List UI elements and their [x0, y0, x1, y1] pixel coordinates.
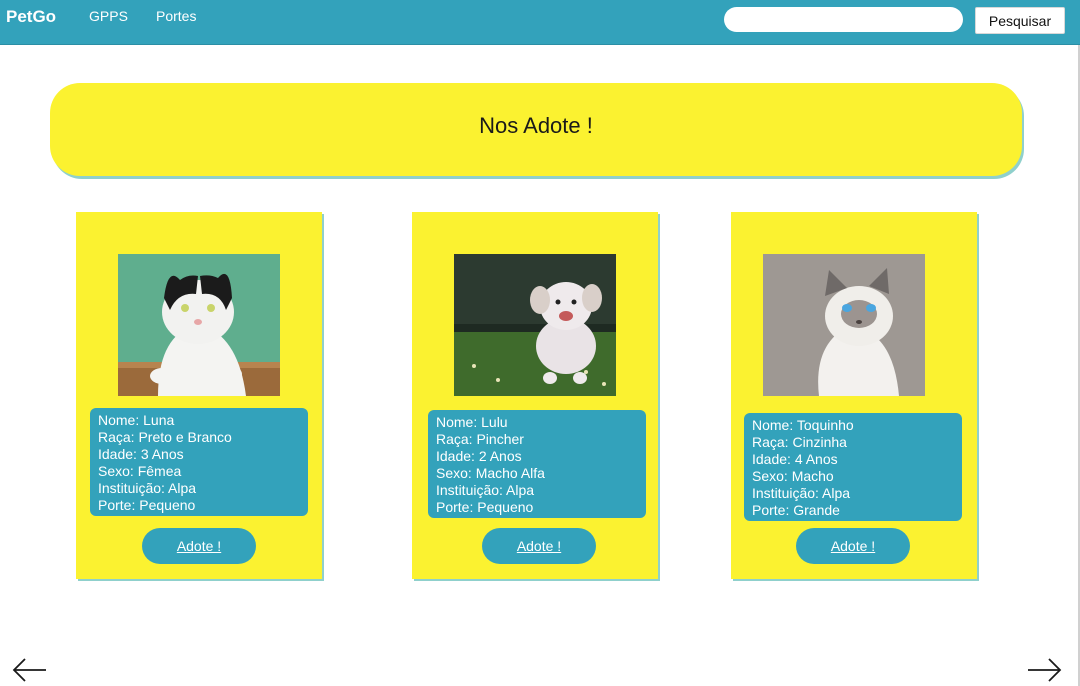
search-button[interactable]: Pesquisar	[975, 7, 1065, 34]
search-input[interactable]	[724, 7, 963, 32]
pet-size: Porte: Pequeno	[436, 499, 534, 515]
pet-info-box: Nome: Lulu Raça: Pincher Idade: 2 Anos S…	[428, 410, 646, 518]
pet-age: Idade: 4 Anos	[752, 451, 838, 467]
arrow-right-icon[interactable]	[1026, 656, 1062, 684]
pet-age: Idade: 3 Anos	[98, 446, 184, 462]
pet-card: Nome: Lulu Raça: Pincher Idade: 2 Anos S…	[412, 212, 658, 579]
pet-photo-luna	[118, 254, 280, 396]
pet-name: Nome: Toquinho	[752, 417, 854, 433]
adopt-button[interactable]: Adote !	[482, 528, 596, 564]
pet-institution: Instituição: Alpa	[436, 482, 535, 498]
pet-sex: Sexo: Macho Alfa	[436, 465, 545, 481]
adopt-banner: Nos Adote !	[50, 83, 1022, 176]
pet-sex: Sexo: Fêmea	[98, 463, 182, 479]
pet-size: Porte: Pequeno	[98, 497, 196, 513]
nav-link-portes[interactable]: Portes	[156, 8, 196, 24]
pet-name: Nome: Luna	[98, 412, 175, 428]
adopt-button[interactable]: Adote !	[796, 528, 910, 564]
pet-photo-toquinho	[763, 254, 925, 396]
top-navbar: PetGo GPPS Portes Pesquisar	[0, 0, 1080, 45]
brand-logo[interactable]: PetGo	[6, 7, 56, 27]
pet-institution: Instituição: Alpa	[752, 485, 851, 501]
pet-age: Idade: 2 Anos	[436, 448, 522, 464]
pet-breed: Raça: Pincher	[436, 431, 524, 447]
banner-title: Nos Adote !	[479, 113, 593, 138]
arrow-left-icon[interactable]	[12, 656, 48, 684]
pet-size: Porte: Grande	[752, 502, 840, 518]
nav-link-gpps[interactable]: GPPS	[89, 8, 128, 24]
pet-card: Nome: Luna Raça: Preto e Branco Idade: 3…	[76, 212, 322, 579]
pet-photo-lulu	[454, 254, 616, 396]
pet-breed: Raça: Preto e Branco	[98, 429, 232, 445]
adopt-button[interactable]: Adote !	[142, 528, 256, 564]
pet-name: Nome: Lulu	[436, 414, 508, 430]
pet-info-box: Nome: Luna Raça: Preto e Branco Idade: 3…	[90, 408, 308, 516]
pet-info-box: Nome: Toquinho Raça: Cinzinha Idade: 4 A…	[744, 413, 962, 521]
pet-institution: Instituição: Alpa	[98, 480, 197, 496]
pet-card: Nome: Toquinho Raça: Cinzinha Idade: 4 A…	[731, 212, 977, 579]
pet-breed: Raça: Cinzinha	[752, 434, 847, 450]
pet-sex: Sexo: Macho	[752, 468, 834, 484]
